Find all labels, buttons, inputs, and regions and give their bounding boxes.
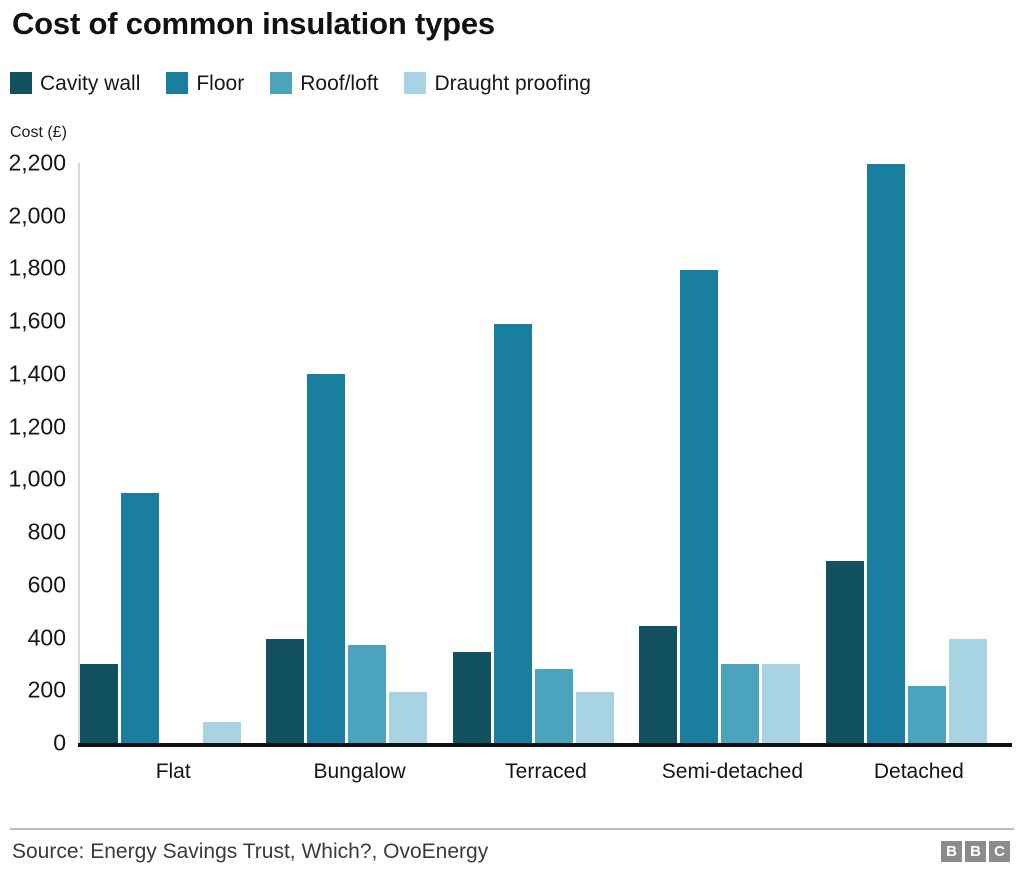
legend-item: Draught proofing [404, 71, 591, 95]
bar[interactable] [639, 625, 678, 743]
bar[interactable] [348, 645, 387, 743]
bar[interactable] [493, 323, 532, 743]
y-axis-tick: 2,200 [8, 149, 66, 176]
bar-slot [534, 155, 573, 743]
bar-slot [493, 155, 532, 743]
bar[interactable] [80, 663, 118, 743]
y-axis-tick: 400 [27, 624, 66, 651]
bar[interactable] [452, 652, 491, 743]
bar[interactable] [534, 669, 573, 743]
plot-area: 2,200 2,000 1,800 1,600 1,400 1,200 1,000 800 60… [0, 150, 1024, 756]
footer-divider [10, 828, 1014, 830]
bar-slot [639, 155, 678, 743]
bbc-logo-letter: B [941, 841, 962, 862]
x-axis-line [78, 743, 1012, 747]
legend-swatch [270, 72, 293, 94]
bar[interactable] [121, 492, 159, 743]
y-axis-tick-labels: 2,200 2,000 1,800 1,600 1,400 1,200 1,000 800 60… [0, 150, 72, 756]
bar-group [452, 155, 639, 743]
x-axis-category-labels: Flat Bungalow Terraced Semi-detached Detache… [80, 760, 1012, 796]
y-axis-tick: 1,600 [8, 307, 66, 334]
bar[interactable] [721, 663, 760, 743]
legend-label: Draught proofing [434, 71, 591, 95]
x-axis-category-label: Terraced [505, 760, 587, 783]
legend-label: Cavity wall [40, 71, 141, 95]
bar-slot [121, 155, 159, 743]
bar[interactable] [866, 164, 905, 743]
chart-page: Cost of common insulation types Cavity w… [0, 0, 1024, 873]
bar[interactable] [762, 663, 801, 743]
x-axis-category-label: Detached [873, 760, 964, 783]
y-axis-tick: 800 [27, 518, 66, 545]
y-axis-tick: 1,400 [8, 360, 66, 387]
legend-label: Roof/loft [300, 71, 379, 95]
y-axis-tick: 0 [53, 729, 66, 756]
bar[interactable] [203, 721, 241, 743]
legend-item: Roof/loft [270, 72, 378, 94]
bar-slot [680, 155, 719, 743]
y-axis-caption: Cost (£) [10, 124, 67, 141]
y-axis-tick: 200 [27, 676, 66, 703]
bar[interactable] [948, 638, 987, 743]
x-axis-category-label: Flat [155, 760, 191, 783]
legend-swatch [10, 72, 32, 94]
y-axis-tick: 1,800 [8, 254, 66, 281]
bbc-logo: BBC [941, 841, 1010, 862]
bar-slot [866, 155, 905, 743]
bar-slot [80, 155, 118, 743]
bar[interactable] [575, 691, 614, 743]
bar-slot [907, 155, 946, 743]
bar[interactable] [825, 561, 864, 743]
legend-label: Floor [196, 71, 245, 95]
bar-slot [162, 155, 200, 743]
bar[interactable] [907, 686, 946, 743]
bar[interactable] [389, 691, 428, 743]
bar-slot [452, 155, 491, 743]
bar[interactable] [307, 373, 346, 743]
bar-group [266, 155, 452, 743]
bar-group [639, 155, 825, 743]
legend-item: Cavity wall [10, 72, 140, 94]
bar-slot [721, 155, 760, 743]
y-axis-tick: 1,200 [8, 413, 66, 440]
bar[interactable] [680, 269, 719, 743]
bar-slot [203, 155, 241, 743]
bbc-logo-letter: C [989, 841, 1010, 862]
chart-legend: Cavity wall Floor Roof/loft Draught proofin… [10, 72, 617, 94]
x-axis-category-label: Bungalow [313, 760, 406, 783]
bar-slot [389, 155, 428, 743]
bar-slot [348, 155, 387, 743]
legend-item: Floor [166, 72, 244, 94]
bar-group [825, 155, 1012, 743]
bbc-logo-letter: B [965, 841, 986, 862]
bars-container [80, 155, 1012, 743]
source-note: Source: Energy Savings Trust, Which?, Ov… [12, 840, 489, 863]
bar-slot [575, 155, 614, 743]
bar-slot [266, 155, 305, 743]
bar-slot [825, 155, 864, 743]
x-axis-category-label: Semi-detached [661, 760, 804, 783]
bar-slot [762, 155, 801, 743]
y-axis-tick: 600 [27, 571, 66, 598]
y-axis-tick: 2,000 [8, 202, 66, 229]
bar-group [80, 155, 266, 743]
page-title: Cost of common insulation types [12, 6, 495, 41]
legend-swatch [404, 72, 427, 94]
bar-slot [307, 155, 346, 743]
y-axis-tick: 1,000 [8, 465, 66, 492]
bar-slot [948, 155, 987, 743]
bar[interactable] [266, 638, 305, 743]
legend-swatch [166, 72, 189, 94]
